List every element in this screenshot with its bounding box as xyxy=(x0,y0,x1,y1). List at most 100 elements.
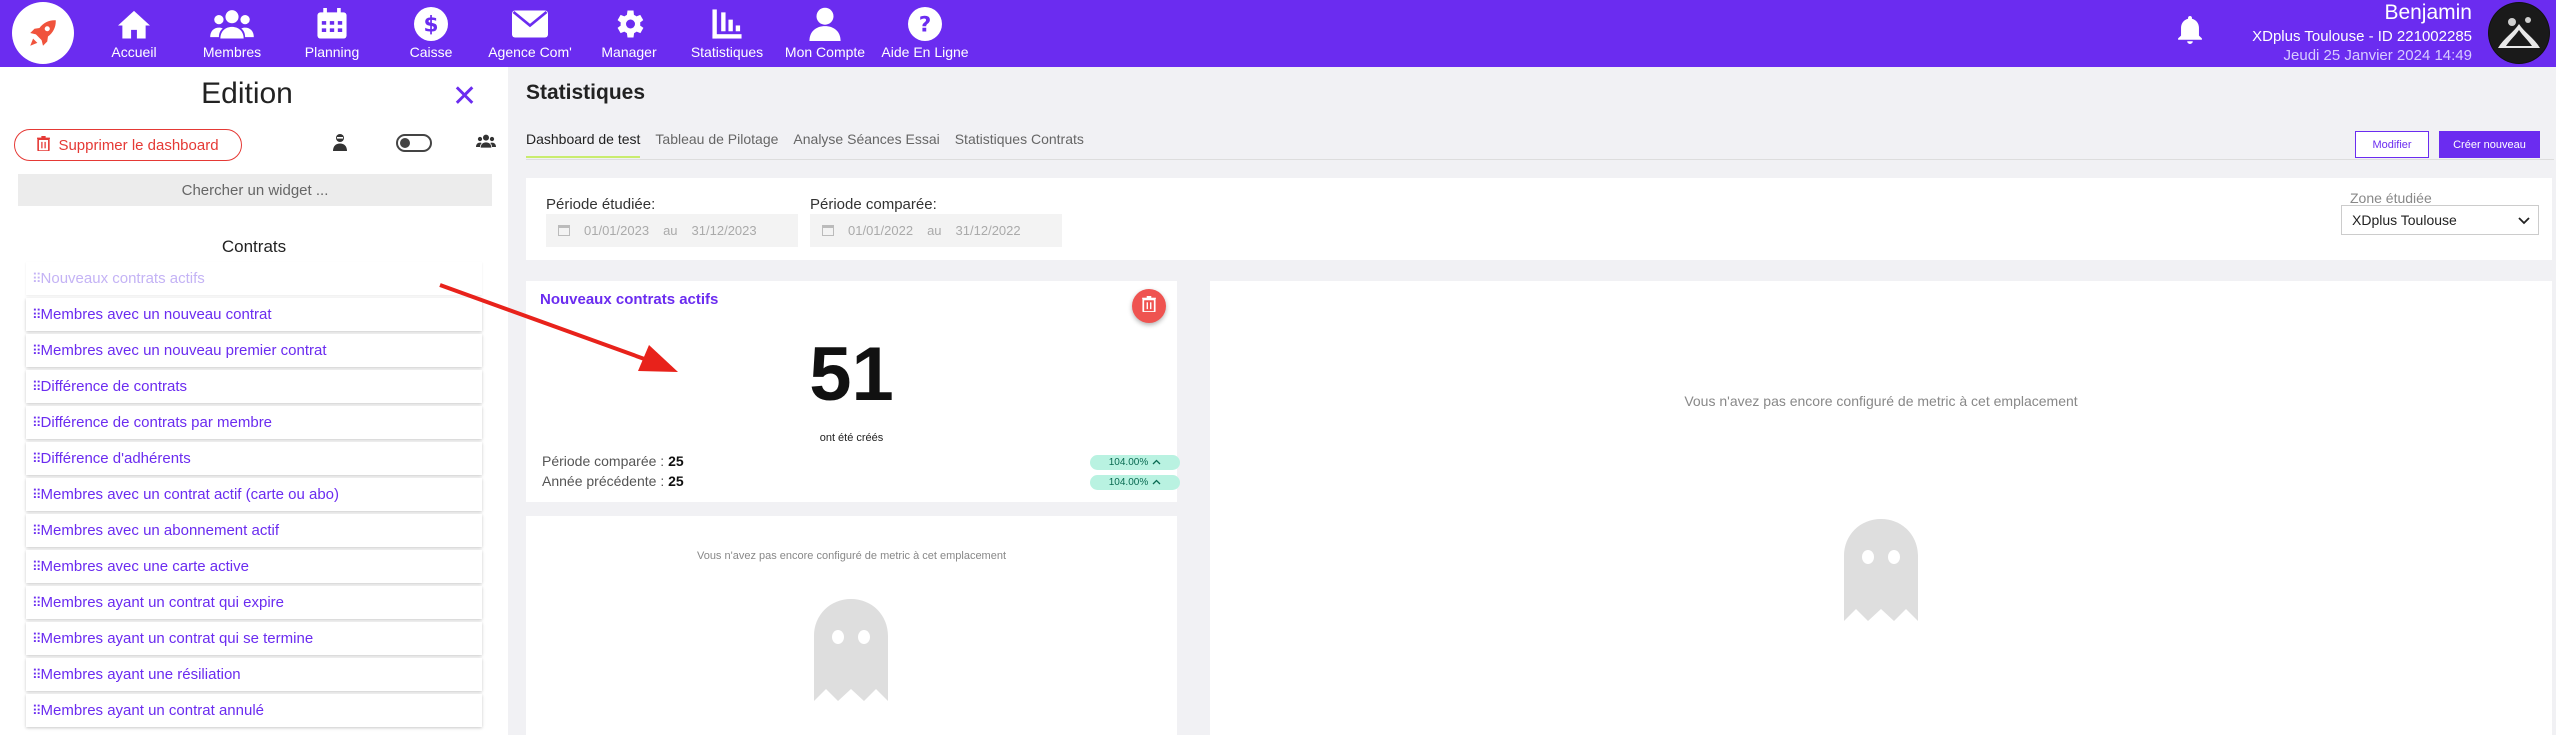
user-name[interactable]: Benjamin xyxy=(2384,1,2472,25)
tabs-divider xyxy=(526,159,2554,160)
widget-item[interactable]: ⠿ Membres avec un nouveau premier contrat xyxy=(26,334,482,367)
nav-manager[interactable]: Manager xyxy=(601,4,657,62)
modifier-button[interactable]: Modifier xyxy=(2355,131,2429,158)
chevron-up-icon xyxy=(1152,457,1161,468)
widget-item[interactable]: ⠿ Différence de contrats xyxy=(26,370,482,403)
empty-widget-slot-large[interactable]: Vous n'avez pas encore configuré de metr… xyxy=(1210,281,2552,735)
filters-panel: Période étudiée: 01/01/2023 au 31/12/202… xyxy=(526,178,2552,260)
tab-tableau-de-pilotage[interactable]: Tableau de Pilotage xyxy=(655,131,778,158)
nav-planning[interactable]: Planning xyxy=(305,4,359,62)
periode-comparee-range[interactable]: 01/01/2022 au 31/12/2022 xyxy=(810,214,1062,247)
widget-item-label: Membres avec un abonnement actif xyxy=(40,522,279,539)
metric-subtitle: ont été créés xyxy=(819,432,884,444)
widget-item-label: Membres avec une carte active xyxy=(40,558,249,575)
nav-label: Statistiques xyxy=(690,44,764,60)
drag-handle-icon: ⠿ xyxy=(32,306,41,322)
calendar-icon xyxy=(558,225,570,236)
periode-etudiee-range[interactable]: 01/01/2023 au 31/12/2023 xyxy=(546,214,798,247)
drag-handle-icon: ⠿ xyxy=(32,666,41,682)
delete-dashboard-button[interactable]: Supprimer le dashboard xyxy=(14,129,242,161)
widget-item[interactable]: ⠿ Membres avec un abonnement actif xyxy=(26,514,482,547)
bell-icon[interactable] xyxy=(2176,14,2204,51)
edition-title: Edition xyxy=(201,77,293,110)
empty-widget-slot[interactable]: Vous n'avez pas encore configuré de metr… xyxy=(526,516,1177,735)
previous-year-row: Année précédente : 25 xyxy=(542,473,684,489)
chart-icon xyxy=(711,4,743,44)
widget-list: ⠿ Nouveaux contrats actifs ⠿ Membres avec … xyxy=(26,262,482,730)
widget-item[interactable]: ⠿ Membres avec une carte active xyxy=(26,550,482,583)
nav-mon-compte[interactable]: Mon Compte xyxy=(784,4,866,62)
badge-value: 104.00% xyxy=(1108,457,1149,468)
previous-label: Année précédente : xyxy=(542,473,669,489)
drag-handle-icon: ⠿ xyxy=(32,450,41,466)
widget-title: Nouveaux contrats actifs xyxy=(540,291,719,308)
periode-comparee-label: Période comparée: xyxy=(810,196,937,213)
date-separator: au xyxy=(663,223,678,238)
delete-dashboard-label: Supprimer le dashboard xyxy=(58,136,219,154)
nav-statistiques[interactable]: Statistiques xyxy=(690,4,764,62)
widget-item-label: Membres ayant un contrat annulé xyxy=(40,702,264,719)
dollar-icon: $ xyxy=(414,4,448,44)
calendar-icon xyxy=(822,225,834,236)
nav-label: Aide En Ligne xyxy=(881,44,969,60)
svg-text:?: ? xyxy=(919,13,932,38)
home-icon xyxy=(116,4,152,44)
widget-item[interactable]: ⠿ Membres ayant un contrat qui se termine xyxy=(26,622,482,655)
widget-nouveaux-contrats-actifs: Nouveaux contrats actifs 51 ont été créé… xyxy=(526,281,1180,502)
user-club: XDplus Toulouse - ID 221002285 xyxy=(2252,28,2472,45)
avatar[interactable] xyxy=(2488,2,2550,64)
date-to: 31/12/2022 xyxy=(955,223,1021,238)
widget-item[interactable]: ⠿ Membres ayant un contrat annulé xyxy=(26,694,482,727)
previous-badge: 104.00% xyxy=(1090,475,1180,490)
tab-analyse-seances-essai[interactable]: Analyse Séances Essai xyxy=(793,131,939,158)
nav-label: Membres xyxy=(202,44,262,60)
toggle-knob xyxy=(400,138,410,148)
drag-handle-icon: ⠿ xyxy=(32,594,41,610)
tab-dashboard-de-test[interactable]: Dashboard de test xyxy=(526,131,641,158)
close-icon[interactable]: ✕ xyxy=(452,79,477,114)
nav-label: Agence Com' xyxy=(488,44,572,60)
tab-statistiques-contrats[interactable]: Statistiques Contrats xyxy=(955,131,1084,158)
date-to: 31/12/2023 xyxy=(691,223,757,238)
edition-sidebar: Edition ✕ Supprimer le dashboard Contrat… xyxy=(0,67,508,735)
share-toggle[interactable] xyxy=(396,134,432,152)
widget-item[interactable]: ⠿ Membres ayant un contrat qui expire xyxy=(26,586,482,619)
widget-item-label: Différence d'adhérents xyxy=(40,450,191,467)
zone-etudiee-label: Zone étudiée xyxy=(2350,190,2432,206)
page-title: Statistiques xyxy=(526,81,646,104)
badge-value: 104.00% xyxy=(1108,477,1149,488)
empty-slot-message: Vous n'avez pas encore configuré de metr… xyxy=(1684,393,2078,409)
zone-etudiee-select[interactable]: XDplus Toulouse xyxy=(2341,205,2539,235)
widget-item[interactable]: ⠿ Différence d'adhérents xyxy=(26,442,482,475)
nav-accueil[interactable]: Accueil xyxy=(108,4,160,62)
drag-handle-icon: ⠿ xyxy=(32,558,41,574)
help-icon: ? xyxy=(908,4,942,44)
nav-caisse[interactable]: $ Caisse xyxy=(408,4,454,62)
calendar-icon xyxy=(316,4,348,44)
nav-aide-en-ligne[interactable]: ? Aide En Ligne xyxy=(881,4,969,62)
nav-label: Mon Compte xyxy=(784,44,866,60)
chevron-down-icon xyxy=(2518,212,2530,228)
drag-handle-icon: ⠿ xyxy=(32,378,41,394)
drag-handle-icon: ⠿ xyxy=(32,270,41,286)
widget-item[interactable]: ⠿ Membres avec un nouveau contrat xyxy=(26,298,482,331)
envelope-icon xyxy=(512,4,548,44)
widget-item[interactable]: ⠿ Membres avec un contrat actif (carte ou… xyxy=(26,478,482,511)
group-users-icon xyxy=(476,133,496,154)
nav-membres[interactable]: Membres xyxy=(202,4,262,62)
rocket-logo-icon[interactable] xyxy=(12,2,74,64)
main-content: Statistiques Dashboard de test Tableau d… xyxy=(508,67,2556,735)
creer-nouveau-button[interactable]: Créer nouveau xyxy=(2439,131,2540,158)
trash-icon xyxy=(37,135,51,155)
chevron-up-icon xyxy=(1152,477,1161,488)
user-icon xyxy=(809,4,841,44)
widget-item[interactable]: ⠿ Différence de contrats par membre xyxy=(26,406,482,439)
widget-item[interactable]: ⠿ Membres ayant une résiliation xyxy=(26,658,482,691)
delete-widget-button[interactable] xyxy=(1132,289,1166,323)
widget-item[interactable]: ⠿ Nouveaux contrats actifs xyxy=(26,262,482,295)
nav-agence-com[interactable]: Agence Com' xyxy=(488,4,572,62)
compared-value: 25 xyxy=(668,453,684,469)
nav-label: Caisse xyxy=(409,44,453,60)
nav-label: Accueil xyxy=(111,44,157,60)
widget-search-input[interactable] xyxy=(18,174,492,206)
